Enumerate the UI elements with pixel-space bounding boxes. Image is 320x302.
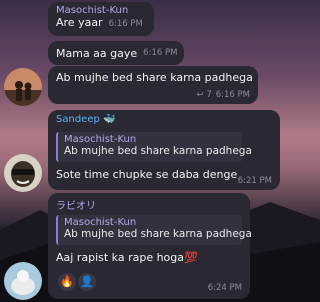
message-text: Mama aa gaye: [56, 46, 138, 60]
avatar[interactable]: [4, 262, 42, 300]
message-bubble[interactable]: ラビオリ Masochist-Kun Ab mujhe bed share ka…: [48, 193, 252, 299]
avatar-image: [4, 68, 42, 106]
quote-sender: Masochist-Kun: [64, 217, 137, 228]
fire-reaction-icon[interactable]: 🔥: [58, 273, 76, 291]
message-time: 6:16 PM: [143, 48, 178, 58]
whale-emoji: 🐳: [103, 114, 116, 125]
message-time: 6:24 PM: [207, 283, 242, 293]
quote-text: Ab mujhe bed share karna padhega: [64, 145, 252, 157]
sender-name[interactable]: Masochist-Kun: [56, 5, 146, 16]
message-bubble[interactable]: Sandeep 🐳 Masochist-Kun Ab mujhe bed sha…: [48, 110, 280, 190]
quote-text: Ab mujhe bed share karna padhega: [64, 228, 252, 240]
avatar-image: [4, 154, 42, 192]
forward-icon: ↩ 7: [196, 90, 212, 100]
avatar-image: [4, 262, 42, 300]
avatar[interactable]: [4, 154, 42, 192]
reply-quote[interactable]: Masochist-Kun Ab mujhe bed share karna p…: [56, 215, 252, 245]
message-bubble[interactable]: Mama aa gaye 6:16 PM: [48, 41, 184, 65]
reply-quote[interactable]: Masochist-Kun Ab mujhe bed share karna p…: [56, 132, 252, 162]
message-bubble[interactable]: Ab mujhe bed share karna padhega ↩ 7 6:1…: [48, 66, 258, 104]
quote-sender: Masochist-Kun: [64, 134, 137, 145]
message-text: Sote time chupke se daba denge: [56, 168, 238, 181]
message-text: Aaj rapist ka rape hoga💯: [56, 251, 198, 264]
message-text: Are yaar: [56, 16, 103, 29]
message-time: 6:21 PM: [237, 176, 272, 186]
message-text: Ab mujhe bed share karna padhega: [56, 71, 253, 84]
user-reaction-icon[interactable]: 👤: [78, 273, 96, 291]
avatar[interactable]: [4, 68, 42, 106]
message-time: 6:16 PM: [215, 90, 250, 100]
message-time: 6:16 PM: [108, 19, 143, 29]
sender-name[interactable]: Sandeep 🐳: [56, 114, 272, 125]
sender-name[interactable]: ラビオリ: [56, 197, 242, 212]
message-bubble[interactable]: Masochist-Kun Are yaar 6:16 PM: [48, 2, 154, 36]
